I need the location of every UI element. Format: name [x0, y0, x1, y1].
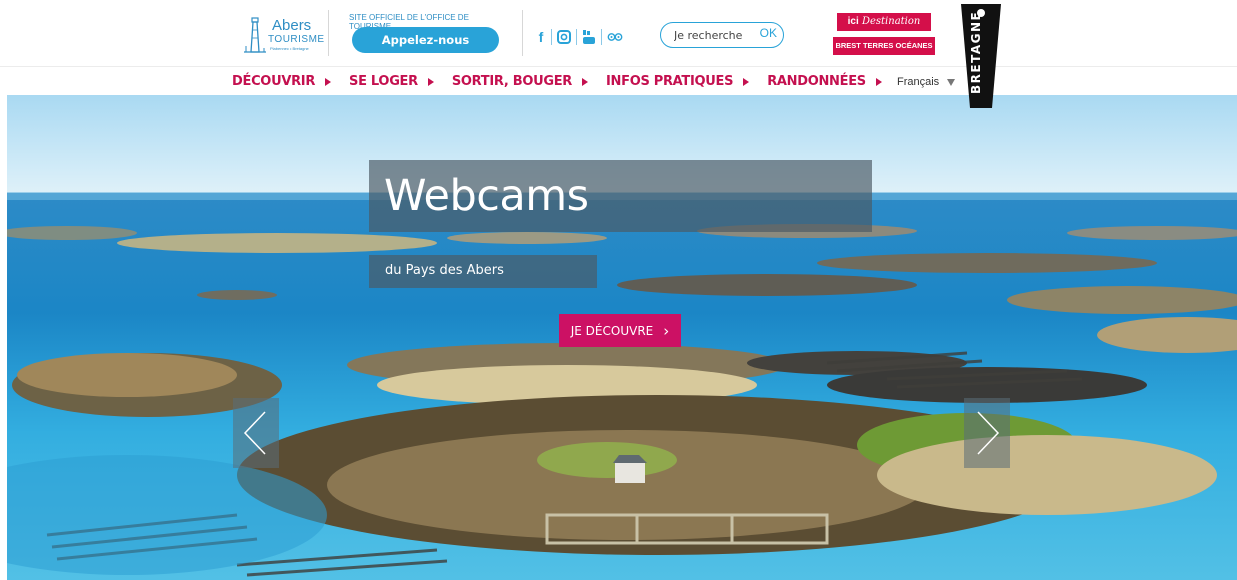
site-header: Abers TOURISME Plabennec • Bretagne SITE…	[0, 0, 1237, 108]
triangle-right-icon	[427, 77, 434, 86]
nav-item-randonnees[interactable]: RANDONNÉES	[767, 74, 882, 89]
destination-prefix: ici	[847, 16, 859, 27]
hero-subtitle-panel: du Pays des Abers	[369, 255, 597, 288]
nav-item-sortir-bouger[interactable]: SORTIR, BOUGER	[452, 74, 588, 89]
nav-item-infos-pratiques[interactable]: INFOS PRATIQUES	[606, 74, 750, 89]
tripadvisor-icon[interactable]	[607, 31, 623, 43]
header-divider	[328, 10, 329, 56]
header-divider	[522, 10, 523, 56]
language-selector[interactable]: Français	[897, 76, 956, 88]
logo-brand-name: Abers	[272, 17, 312, 34]
triangle-right-icon	[325, 77, 332, 86]
triangle-right-icon	[743, 77, 750, 86]
logo-tagline: TOURISME	[268, 34, 325, 45]
chevron-right-icon	[977, 411, 1000, 455]
logo-region: Plabennec • Bretagne	[270, 46, 309, 51]
discover-button[interactable]: JE DÉCOUVRE ›	[559, 314, 681, 347]
social-divider	[551, 29, 552, 45]
destination-brest-badge[interactable]: ici Destination BREST TERRES OCÉANES	[833, 13, 935, 57]
chevron-right-icon: ›	[663, 321, 670, 340]
social-links: f	[536, 28, 623, 46]
search-submit-button[interactable]: OK	[760, 26, 777, 40]
nav-item-label: SE LOGER	[349, 74, 418, 89]
abers-tourisme-logo[interactable]: Abers TOURISME Plabennec • Bretagne	[240, 14, 330, 58]
nav-item-label: SORTIR, BOUGER	[451, 74, 572, 89]
main-navigation: DÉCOUVRIR SE LOGER SORTIR, BOUGER INFOS …	[0, 66, 1237, 94]
lighthouse-icon	[244, 17, 266, 53]
destination-line2: BREST TERRES OCÉANES	[833, 37, 935, 55]
destination-line1: ici Destination	[837, 13, 931, 31]
nav-item-label: INFOS PRATIQUES	[606, 74, 734, 89]
youtube-icon[interactable]	[582, 29, 596, 45]
hero-title: Webcams	[384, 171, 589, 221]
nav-item-label: RANDONNÉES	[767, 74, 866, 89]
nav-item-label: DÉCOUVRIR	[232, 74, 316, 89]
social-divider	[601, 29, 602, 45]
slider-next-button[interactable]	[964, 398, 1010, 468]
slider-prev-button[interactable]	[233, 398, 279, 468]
search-box: OK	[660, 22, 784, 48]
bretagne-brand-badge[interactable]: BRETAGNE	[961, 4, 1001, 108]
instagram-icon[interactable]	[557, 30, 571, 44]
nav-item-se-loger[interactable]: SE LOGER	[349, 74, 434, 89]
triangle-right-icon	[582, 77, 588, 86]
nav-menu: DÉCOUVRIR SE LOGER SORTIR, BOUGER INFOS …	[232, 74, 900, 89]
call-us-button[interactable]: Appelez-nous	[352, 27, 499, 53]
chevron-left-icon	[243, 411, 266, 455]
triangle-down-icon	[947, 78, 956, 86]
hero-title-panel: Webcams	[369, 160, 872, 232]
triangle-right-icon	[875, 77, 882, 86]
discover-button-label: JE DÉCOUVRE	[570, 323, 654, 338]
nav-item-decouvrir[interactable]: DÉCOUVRIR	[232, 74, 332, 89]
facebook-icon[interactable]: f	[536, 29, 546, 45]
bretagne-label: BRETAGNE	[969, 10, 983, 94]
hero-subtitle: du Pays des Abers	[385, 263, 504, 278]
search-input[interactable]	[674, 28, 756, 43]
language-label: Français	[897, 76, 940, 88]
social-divider	[576, 29, 577, 45]
destination-word: Destination	[861, 16, 921, 27]
